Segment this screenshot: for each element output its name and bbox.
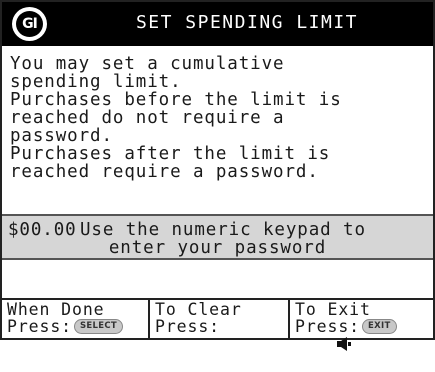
password-prompt: $00.00 Use the numeric keypad to enter y… bbox=[2, 214, 433, 260]
to-clear-hint[interactable]: To Clear Press: bbox=[150, 300, 352, 351]
press-label: Press: bbox=[7, 317, 73, 336]
to-clear-label: To Clear bbox=[155, 300, 242, 319]
instruction-line: Purchases after the limit is bbox=[10, 144, 331, 164]
password-entry-area[interactable] bbox=[2, 260, 433, 300]
to-exit-label: To Exit bbox=[295, 300, 371, 319]
instruction-line: password. bbox=[10, 126, 113, 146]
press-label: Press: bbox=[155, 317, 221, 336]
when-done-label: When Done bbox=[7, 300, 105, 319]
gi-logo-text: GI bbox=[16, 11, 43, 37]
footer-bar: When Done Press: SELECT To Clear Press: bbox=[2, 300, 433, 351]
instruction-line: You may set a cumulative bbox=[10, 54, 285, 74]
spending-limit-screen: GI SET SPENDING LIMIT You may set a cumu… bbox=[0, 0, 435, 351]
to-exit-press: Press: EXIT bbox=[295, 318, 433, 335]
when-done-hint[interactable]: When Done Press: SELECT bbox=[2, 300, 150, 338]
when-done-press: Press: SELECT bbox=[7, 318, 148, 335]
speaker-back-icon[interactable] bbox=[228, 320, 352, 351]
instruction-line: Purchases before the limit is bbox=[10, 90, 342, 110]
instructions: You may set a cumulative spending limit.… bbox=[10, 55, 430, 181]
page-title: SET SPENDING LIMIT bbox=[135, 12, 359, 33]
prompt-text-line1: Use the numeric keypad to bbox=[80, 220, 366, 240]
limit-amount-field[interactable]: $00.00 bbox=[8, 220, 77, 240]
exit-key-button[interactable]: EXIT bbox=[362, 319, 397, 334]
instruction-line: spending limit. bbox=[10, 72, 182, 92]
gi-logo: GI bbox=[12, 7, 47, 41]
to-exit-hint[interactable]: To Exit Press: EXIT bbox=[290, 300, 433, 338]
instruction-line: reached do not require a bbox=[10, 108, 285, 128]
title-bar: GI SET SPENDING LIMIT bbox=[2, 2, 433, 46]
select-key-button[interactable]: SELECT bbox=[74, 319, 124, 334]
instruction-line: reached require a password. bbox=[10, 162, 319, 182]
press-label: Press: bbox=[295, 317, 361, 336]
to-clear-press: Press: bbox=[155, 317, 352, 351]
prompt-text-line2: enter your password bbox=[108, 238, 327, 258]
